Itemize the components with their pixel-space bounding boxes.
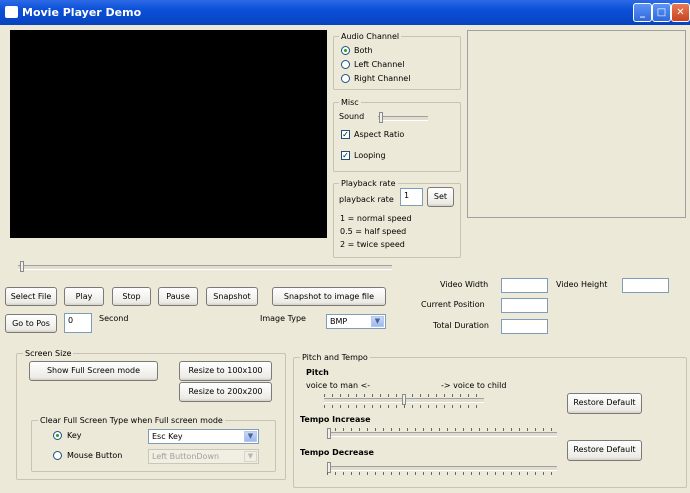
radio-both[interactable] — [341, 46, 350, 55]
title-bar: Movie Player Demo _ □ ✕ — [0, 0, 690, 25]
restore-default-tempo-button[interactable]: Restore Default — [567, 440, 642, 461]
radio-right-channel-label: Right Channel — [354, 74, 411, 83]
key-select-value: Esc Key — [152, 432, 183, 441]
minimize-icon[interactable]: _ — [633, 3, 652, 22]
tempo-decrease-label: Tempo Decrease — [300, 448, 374, 457]
tempo-increase-label: Tempo Increase — [300, 415, 371, 424]
aspect-ratio-checkbox[interactable]: ✓ — [341, 130, 350, 139]
sound-label: Sound — [339, 112, 365, 121]
sound-slider[interactable] — [378, 116, 428, 121]
app-icon — [5, 6, 18, 18]
chevron-down-icon[interactable]: ▼ — [244, 451, 257, 462]
sound-slider-thumb[interactable] — [379, 112, 383, 123]
video-height-field[interactable] — [622, 278, 669, 293]
playback-rate-group: Playback rate playback rate 1 Set 1 = no… — [333, 179, 461, 258]
radio-right-channel[interactable] — [341, 74, 350, 83]
pitch-slider-thumb[interactable] — [402, 394, 406, 405]
radio-key-label: Key — [67, 431, 82, 440]
info-panel — [467, 30, 686, 218]
radio-key[interactable] — [53, 431, 62, 440]
select-file-button[interactable]: Select File — [5, 287, 57, 306]
current-position-label: Current Position — [421, 300, 485, 309]
position-slider[interactable] — [18, 265, 392, 270]
clear-full-screen-legend: Clear Full Screen Type when Full screen … — [38, 416, 225, 425]
restore-default-pitch-button[interactable]: Restore Default — [567, 393, 642, 414]
misc-legend: Misc — [339, 98, 361, 107]
pause-button[interactable]: Pause — [158, 287, 198, 306]
chevron-down-icon[interactable]: ▼ — [371, 316, 384, 327]
image-type-value: BMP — [330, 317, 348, 326]
tempo-increase-slider[interactable] — [327, 432, 557, 437]
playback-rate-label: playback rate — [339, 195, 394, 204]
audio-channel-group: Audio Channel Both Left Channel Right Ch… — [333, 32, 461, 90]
playback-rate-legend: Playback rate — [339, 179, 398, 188]
mouse-button-select[interactable]: Left ButtonDown ▼ — [148, 449, 259, 464]
video-width-label: Video Width — [440, 280, 489, 289]
radio-mouse-label: Mouse Button — [67, 451, 123, 460]
screen-size-group: Screen Size Show Full Screen mode Resize… — [16, 349, 286, 480]
playback-rate-input[interactable]: 1 — [400, 188, 423, 206]
maximize-icon[interactable]: □ — [652, 3, 671, 22]
snapshot-button[interactable]: Snapshot — [206, 287, 258, 306]
total-duration-field[interactable] — [501, 319, 548, 334]
pitch-ticks-bottom — [324, 405, 484, 408]
full-screen-button[interactable]: Show Full Screen mode — [29, 361, 158, 381]
resize-200-button[interactable]: Resize to 200x200 — [179, 382, 272, 402]
window-title: Movie Player Demo — [22, 6, 142, 19]
tempo-decrease-slider[interactable] — [327, 466, 557, 471]
pitch-tempo-group: Pitch and Tempo Pitch voice to man <- ->… — [293, 353, 687, 488]
resize-100-button[interactable]: Resize to 100x100 — [179, 361, 272, 381]
video-width-field[interactable] — [501, 278, 548, 293]
chevron-down-icon[interactable]: ▼ — [244, 431, 257, 442]
set-rate-button[interactable]: Set — [427, 187, 454, 207]
screen-size-legend: Screen Size — [23, 349, 74, 358]
pitch-label: Pitch — [306, 368, 329, 377]
key-select[interactable]: Esc Key ▼ — [148, 429, 259, 444]
voice-to-child-label: -> voice to child — [441, 381, 507, 390]
play-button[interactable]: Play — [64, 287, 104, 306]
go-to-pos-button[interactable]: Go to Pos — [5, 314, 57, 333]
tempo-increase-thumb[interactable] — [327, 428, 331, 439]
close-icon[interactable]: ✕ — [671, 3, 690, 22]
rate-help-twice: 2 = twice speed — [340, 240, 405, 249]
rate-help-normal: 1 = normal speed — [340, 214, 412, 223]
looping-label: Looping — [354, 151, 386, 160]
video-height-label: Video Height — [556, 280, 608, 289]
image-type-label: Image Type — [260, 314, 306, 323]
total-duration-label: Total Duration — [433, 321, 489, 330]
misc-group: Misc Sound ✓ Aspect Ratio ✓ Looping — [333, 98, 461, 172]
position-slider-thumb[interactable] — [20, 261, 24, 272]
audio-channel-legend: Audio Channel — [339, 32, 402, 41]
clear-full-screen-group: Clear Full Screen Type when Full screen … — [31, 416, 276, 472]
tempo-decrease-ticks — [327, 472, 557, 475]
pitch-tempo-legend: Pitch and Tempo — [300, 353, 370, 362]
current-position-field[interactable] — [501, 298, 548, 313]
radio-both-label: Both — [354, 46, 373, 55]
radio-mouse-button[interactable] — [53, 451, 62, 460]
radio-left-channel-label: Left Channel — [354, 60, 405, 69]
stop-button[interactable]: Stop — [112, 287, 151, 306]
tempo-increase-ticks — [327, 428, 557, 431]
rate-help-half: 0.5 = half speed — [340, 227, 407, 236]
snapshot-to-file-button[interactable]: Snapshot to image file — [272, 287, 386, 306]
goto-unit-label: Second — [99, 314, 129, 323]
goto-position-input[interactable]: 0 — [64, 313, 92, 333]
video-display — [10, 30, 327, 238]
looping-checkbox[interactable]: ✓ — [341, 151, 350, 160]
voice-to-man-label: voice to man <- — [306, 381, 371, 390]
aspect-ratio-label: Aspect Ratio — [354, 130, 405, 139]
image-type-select[interactable]: BMP ▼ — [326, 314, 386, 329]
radio-left-channel[interactable] — [341, 60, 350, 69]
mouse-select-value: Left ButtonDown — [152, 452, 220, 461]
